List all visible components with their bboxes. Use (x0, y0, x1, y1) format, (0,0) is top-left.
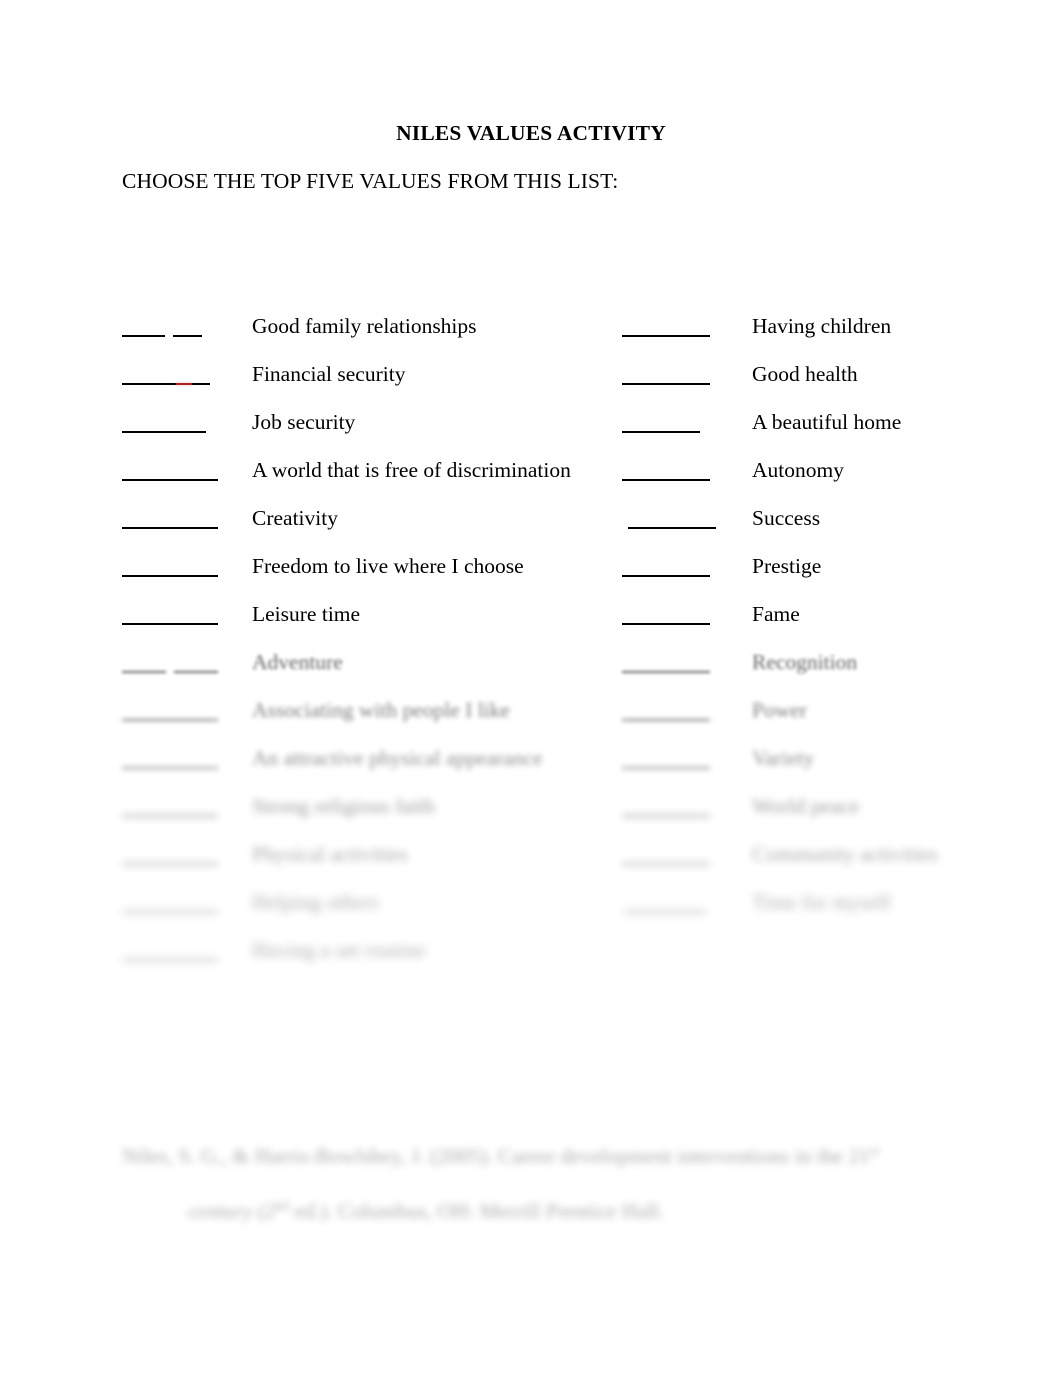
value-row: Prestige (622, 553, 1042, 601)
value-row: Helping others (122, 889, 602, 937)
value-row: Job security (122, 409, 602, 457)
value-label: Helping others (252, 890, 380, 914)
rank-blank-line[interactable] (622, 479, 710, 481)
value-row: A world that is free of discrimination (122, 457, 602, 505)
rank-blank-line[interactable] (622, 671, 710, 673)
value-label: Leisure time (252, 602, 361, 626)
rank-blank-line[interactable] (622, 863, 710, 865)
value-label: A world that is free of discrimination (252, 458, 571, 482)
value-label: Adventure (252, 650, 343, 674)
value-label: Power (752, 698, 807, 722)
spellcheck-mark-icon (176, 383, 192, 385)
value-row: Autonomy (622, 457, 1042, 505)
value-label: An attractive physical appearance (252, 746, 543, 770)
rank-blank-line[interactable] (122, 863, 218, 865)
worksheet-page: NILES VALUES ACTIVITY CHOOSE THE TOP FIV… (0, 0, 1062, 1377)
instruction-text: CHOOSE THE TOP FIVE VALUES FROM THIS LIS… (122, 169, 619, 193)
value-row: Adventure (122, 649, 602, 697)
citation-line-1-superscript: st (869, 1143, 879, 1158)
value-label: Recognition (752, 650, 858, 674)
value-label: Good family relationships (252, 314, 477, 338)
citation-block: Niles, S. G., & Harris-Bowlsbey, J. (200… (122, 1126, 922, 1236)
value-label: Having children (752, 314, 892, 338)
value-row: Good health (622, 361, 1042, 409)
value-row: Power (622, 697, 1042, 745)
rank-blank-line[interactable] (622, 767, 710, 769)
value-row: World peace (622, 793, 1042, 841)
value-label: Fame (752, 602, 800, 626)
rank-blank-line[interactable] (122, 623, 218, 625)
value-label: Having a set routine (252, 938, 426, 962)
rank-blank-line[interactable] (122, 431, 206, 433)
value-label: Prestige (752, 554, 822, 578)
value-label: Success (752, 506, 821, 530)
value-label: Job security (252, 410, 356, 434)
value-label: Strong religious faith (252, 794, 435, 818)
value-label: Good health (752, 362, 858, 386)
value-label: World peace (752, 794, 860, 818)
rank-blank-line[interactable] (173, 335, 202, 337)
value-label: Creativity (252, 506, 338, 530)
rank-blank-line[interactable] (122, 383, 210, 385)
value-row: Financial security (122, 361, 602, 409)
page-title: NILES VALUES ACTIVITY (396, 121, 666, 145)
rank-blank-line[interactable] (622, 623, 710, 625)
rank-blank-line[interactable] (122, 959, 218, 961)
rank-blank-line[interactable] (122, 527, 218, 529)
value-label: Time for myself (752, 890, 891, 914)
value-label: Variety (752, 746, 815, 770)
rank-blank-line[interactable] (122, 479, 218, 481)
value-row: Good family relationships (122, 313, 602, 361)
value-label: A beautiful home (752, 410, 902, 434)
rank-blank-line[interactable] (122, 335, 165, 337)
value-row: Strong religious faith (122, 793, 602, 841)
rank-blank-line[interactable] (122, 767, 218, 769)
rank-blank-line[interactable] (122, 911, 218, 913)
value-row: Leisure time (122, 601, 602, 649)
value-row: An attractive physical appearance (122, 745, 602, 793)
value-row: Physical activities (122, 841, 602, 889)
citation-line-1: Niles, S. G., & Harris-Bowlsbey, J. (200… (122, 1144, 870, 1169)
value-row: Success (622, 505, 1042, 553)
rank-blank-line[interactable] (122, 671, 166, 673)
rank-blank-line[interactable] (628, 527, 716, 529)
values-column-right: Having children Good health A beautiful ho… (622, 313, 1042, 937)
citation-line-2-rest: ed.). Columbus, OH: Merrill Prentice Hal… (289, 1199, 665, 1224)
value-row: Freedom to live where I choose (122, 553, 602, 601)
rank-blank-line[interactable] (174, 671, 218, 673)
value-row: Variety (622, 745, 1042, 793)
value-label: Community activities (752, 842, 938, 866)
value-row: Community activities (622, 841, 1042, 889)
value-row: Recognition (622, 649, 1042, 697)
citation-line-2: century (2 (188, 1199, 276, 1224)
rank-blank-line[interactable] (122, 719, 218, 721)
value-label: Physical activities (252, 842, 408, 866)
rank-blank-line[interactable] (622, 575, 710, 577)
value-label: Freedom to live where I choose (252, 554, 524, 578)
value-row: Associating with people I like (122, 697, 602, 745)
value-row: A beautiful home (622, 409, 1042, 457)
value-row: Having a set routine (122, 937, 602, 985)
values-column-left: Good family relationships Financial secur… (122, 313, 602, 985)
value-label: Financial security (252, 362, 406, 386)
rank-blank-line[interactable] (622, 335, 710, 337)
rank-blank-line[interactable] (624, 911, 706, 913)
rank-blank-line[interactable] (622, 383, 710, 385)
value-label: Autonomy (752, 458, 844, 482)
rank-blank-line[interactable] (622, 431, 700, 433)
value-row: Fame (622, 601, 1042, 649)
rank-blank-line[interactable] (122, 815, 218, 817)
rank-blank-line[interactable] (122, 575, 218, 577)
citation-line-2-superscript: nd (275, 1198, 290, 1214)
rank-blank-line[interactable] (622, 719, 710, 721)
value-row: Having children (622, 313, 1042, 361)
value-row: Creativity (122, 505, 602, 553)
value-row: Time for myself (622, 889, 1042, 937)
value-label: Associating with people I like (252, 698, 510, 722)
rank-blank-line[interactable] (622, 815, 710, 817)
